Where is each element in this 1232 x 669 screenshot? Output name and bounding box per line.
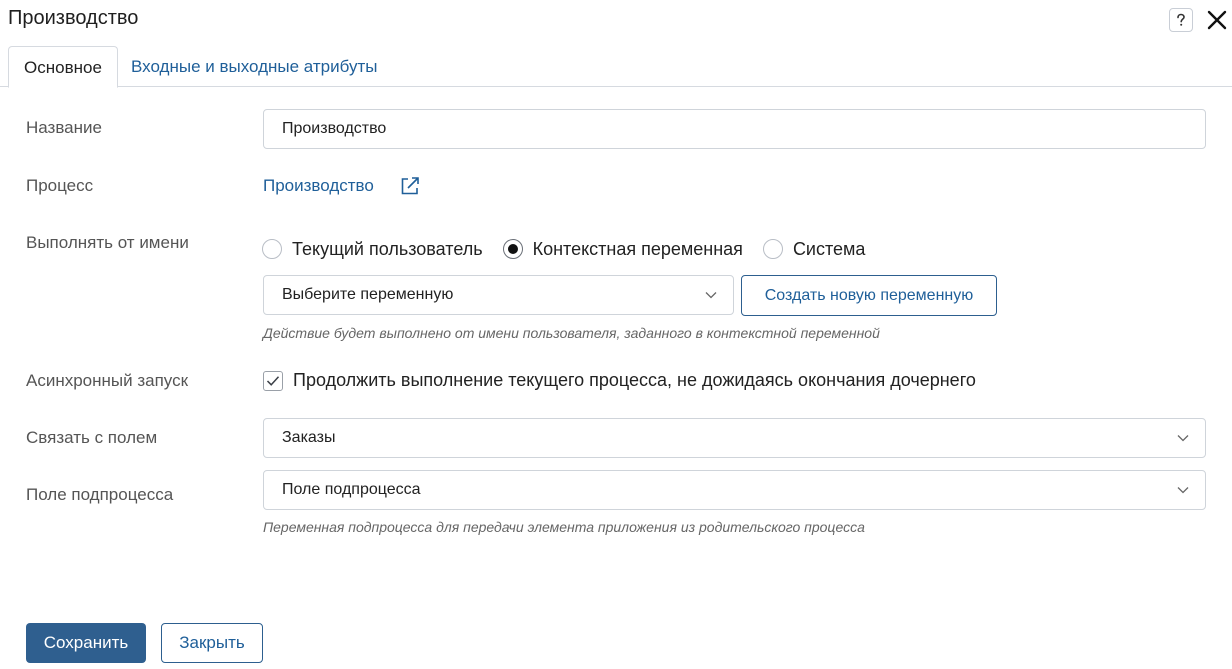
radio-system[interactable]	[762, 239, 783, 259]
subprocess-field-value: Поле подпроцесса	[282, 481, 421, 498]
async-checkbox-label[interactable]: Продолжить выполнение текущего процесса,…	[293, 370, 976, 391]
process-link[interactable]: Производство	[263, 176, 374, 196]
close-dialog-button[interactable]: Закрыть	[161, 623, 263, 663]
variable-select[interactable]: Выберите переменную	[263, 275, 734, 315]
run-as-label: Выполнять от имени	[26, 233, 189, 252]
radio-context-variable[interactable]	[502, 239, 523, 259]
tab-bar: Основное Входные и выходные атрибуты	[0, 46, 1232, 88]
async-checkbox[interactable]	[263, 371, 283, 391]
link-field-label: Связать с полем	[26, 428, 158, 447]
close-button[interactable]	[1205, 8, 1229, 32]
open-process-button[interactable]	[399, 175, 421, 197]
link-field-value: Заказы	[282, 429, 336, 446]
check-icon	[266, 376, 280, 386]
create-variable-button[interactable]: Создать новую переменную	[741, 275, 997, 316]
link-field-select[interactable]: Заказы	[263, 418, 1206, 458]
subprocess-field-label: Поле подпроцесса	[26, 485, 174, 504]
run-as-hint: Действие будет выполнено от имени пользо…	[263, 325, 880, 341]
run-as-radio-group: Текущий пользователь Контекстная перемен…	[262, 237, 885, 261]
tab-main[interactable]: Основное	[8, 46, 118, 88]
name-input-value: Производство	[282, 120, 387, 137]
subprocess-field-hint: Переменная подпроцесса для передачи элем…	[263, 519, 865, 535]
name-input[interactable]: Производство	[263, 109, 1206, 149]
chevron-down-icon	[705, 292, 717, 299]
save-button[interactable]: Сохранить	[26, 623, 146, 663]
radio-current-user-label[interactable]: Текущий пользователь	[292, 239, 483, 260]
help-button[interactable]	[1169, 8, 1193, 32]
close-x-icon	[1207, 10, 1227, 30]
name-label: Название	[26, 118, 102, 137]
process-label: Процесс	[26, 176, 94, 195]
radio-context-variable-label[interactable]: Контекстная переменная	[533, 239, 743, 260]
tab-io-attributes[interactable]: Входные и выходные атрибуты	[118, 46, 391, 87]
radio-current-user[interactable]	[262, 239, 282, 259]
subprocess-field-select[interactable]: Поле подпроцесса	[263, 470, 1206, 510]
chevron-down-icon	[1177, 487, 1189, 494]
question-mark-icon	[1177, 13, 1185, 26]
radio-system-label[interactable]: Система	[793, 239, 866, 260]
async-label: Асинхронный запуск	[26, 371, 189, 390]
chevron-down-icon	[1177, 435, 1189, 442]
variable-select-value: Выберите переменную	[282, 286, 454, 303]
dialog-title: Производство	[8, 7, 139, 29]
external-link-icon	[401, 177, 419, 195]
